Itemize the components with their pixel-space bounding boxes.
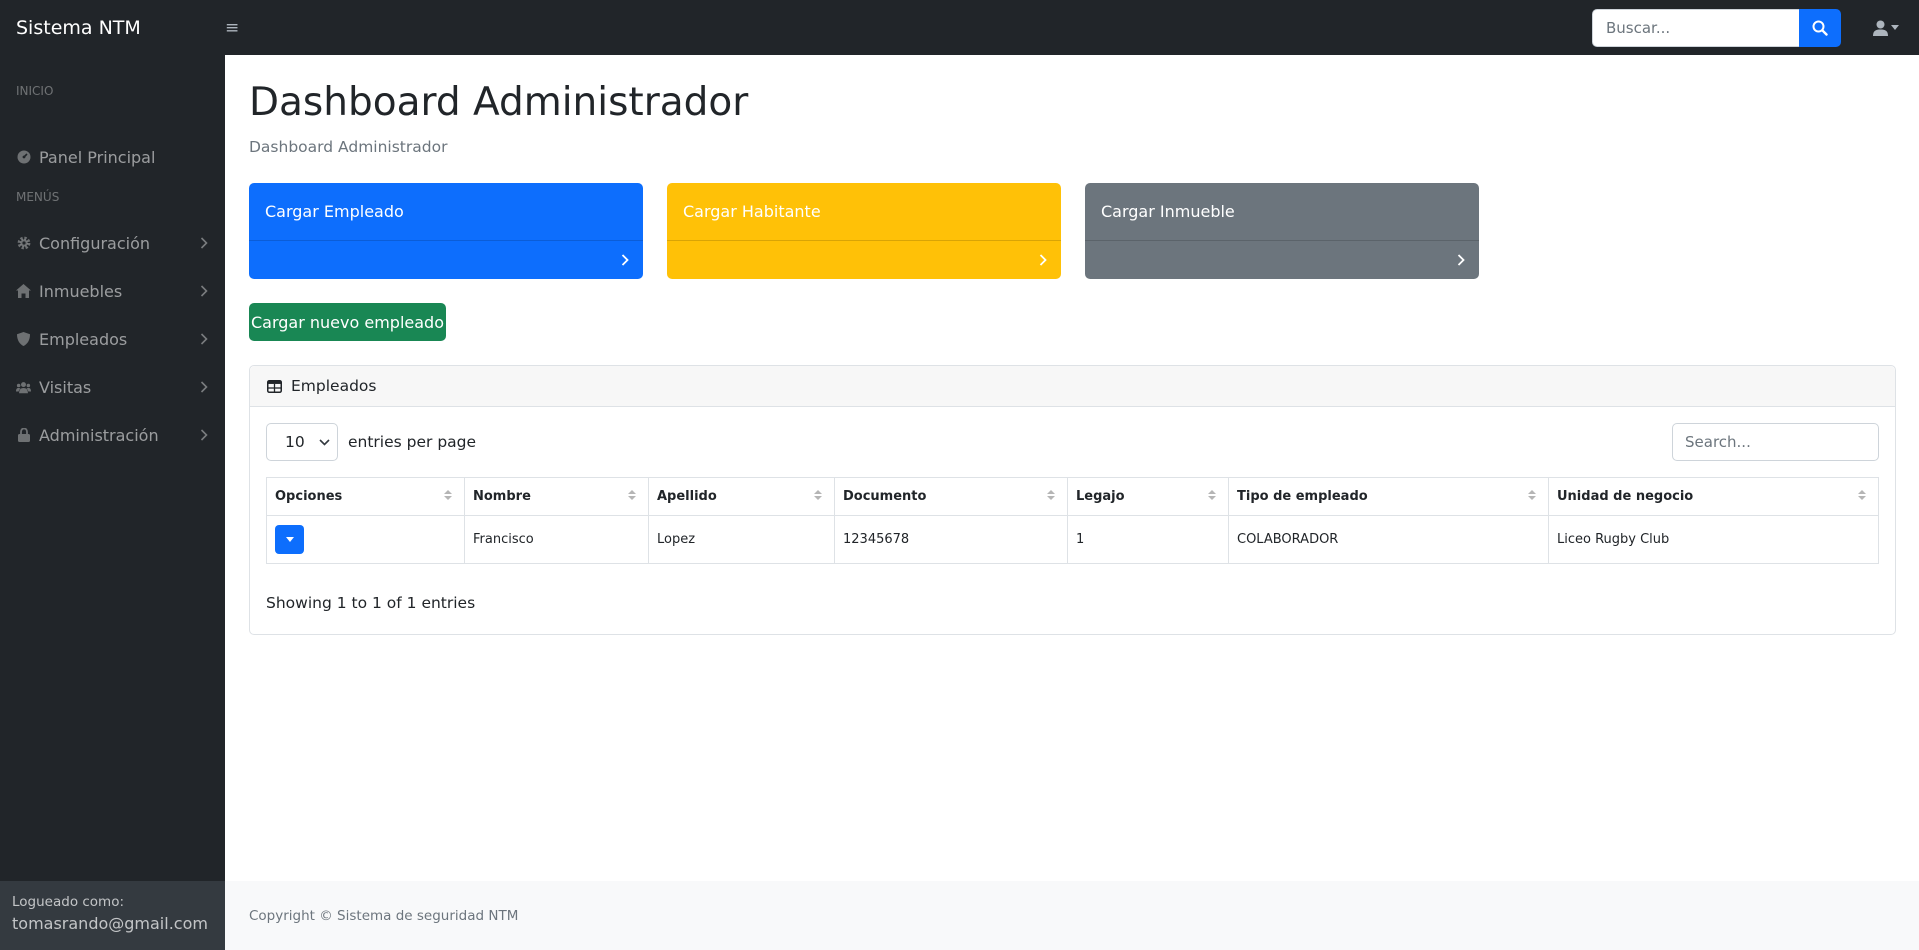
sort-icon (814, 490, 822, 500)
logged-in-label: Logueado como: (12, 894, 125, 910)
sidebar-item-administracion[interactable]: Administración (0, 415, 225, 455)
sidebar-item-label: Administración (39, 425, 159, 445)
sidebar-item-configuracion[interactable]: Configuración (0, 223, 225, 263)
column-header[interactable]: Nombre (464, 477, 649, 516)
sidebar-heading-menus: MENÚS (16, 190, 60, 204)
main-content: Dashboard Administrador Dashboard Admini… (225, 55, 1919, 950)
cell-tipo-empleado: COLABORADOR (1228, 515, 1549, 564)
column-header[interactable]: Legajo (1067, 477, 1229, 516)
cell-nombre: Francisco (464, 515, 649, 564)
sidebar-footer: Logueado como: tomasrando@gmail.com (0, 881, 225, 950)
column-header[interactable]: Tipo de empleado (1228, 477, 1549, 516)
page-title: Dashboard Administrador (249, 80, 749, 125)
chevron-right-icon (200, 237, 208, 249)
per-page-select[interactable]: 10 (266, 423, 338, 461)
logged-in-email: tomasrando@gmail.com (12, 914, 208, 933)
search-icon (1812, 20, 1828, 36)
per-page-value: 10 (285, 433, 305, 451)
chevron-down-icon (319, 438, 330, 446)
sidebar-item-label: Visitas (39, 377, 92, 397)
breadcrumb: Dashboard Administrador (249, 138, 448, 156)
empleados-card-header: Empleados (250, 366, 1895, 407)
sidebar-item-label: Configuración (39, 233, 151, 253)
table-icon (267, 379, 282, 393)
copyright-text: Copyright © Sistema de seguridad NTM (249, 907, 519, 924)
sidebar: INICIO Panel Principal MENÚS Configuraci… (0, 55, 225, 950)
sidebar-item-label: Empleados (39, 329, 128, 349)
tile-footer (667, 240, 1061, 279)
navbar-search-group (1592, 8, 1841, 47)
navbar-search-button[interactable] (1799, 8, 1841, 47)
shield-icon (16, 332, 31, 347)
brand-title[interactable]: Sistema NTM (0, 17, 225, 39)
tile-footer (249, 240, 643, 279)
entries-per-page: 10 entries per page (266, 423, 476, 461)
table-info: Showing 1 to 1 of 1 entries (266, 594, 476, 612)
home-icon (16, 284, 31, 299)
tile-cargar-empleado[interactable]: Cargar Empleado (249, 183, 643, 279)
empleados-card-title: Empleados (291, 377, 377, 395)
tile-label: Cargar Inmueble (1101, 202, 1235, 221)
sidebar-heading-inicio: INICIO (16, 84, 54, 98)
tile-label: Cargar Habitante (683, 202, 821, 221)
sidebar-item-label: Inmuebles (39, 281, 123, 301)
empleados-card: Empleados 10 entries per page Opciones N… (249, 365, 1896, 635)
cell-documento: 12345678 (834, 515, 1068, 564)
chevron-right-icon (1457, 254, 1465, 266)
page-footer: Copyright © Sistema de seguridad NTM (225, 881, 1919, 950)
sidebar-item-label: Panel Principal (39, 147, 156, 167)
table-header-row: Opciones Nombre Apellido Documento Legaj… (266, 477, 1879, 516)
sidebar-item-visitas[interactable]: Visitas (0, 367, 225, 407)
tile-label: Cargar Empleado (265, 202, 404, 221)
user-menu-button[interactable] (1859, 20, 1913, 36)
sidebar-item-panel-principal[interactable]: Panel Principal (0, 137, 225, 177)
chevron-right-icon (200, 333, 208, 345)
tile-cargar-habitante[interactable]: Cargar Habitante (667, 183, 1061, 279)
dashboard-icon (16, 150, 31, 165)
chevron-right-icon (200, 285, 208, 297)
sort-icon (1208, 490, 1216, 500)
column-header[interactable]: Opciones (266, 477, 465, 516)
per-page-label: entries per page (348, 433, 477, 451)
lock-icon (16, 428, 31, 443)
tile-footer (1085, 240, 1479, 279)
caret-down-icon (1891, 25, 1899, 30)
chevron-right-icon (200, 381, 208, 393)
tile-cargar-inmueble[interactable]: Cargar Inmueble (1085, 183, 1479, 279)
sort-icon (1528, 490, 1536, 500)
cargar-nuevo-empleado-button[interactable]: Cargar nuevo empleado (249, 303, 446, 341)
empleados-table: Opciones Nombre Apellido Documento Legaj… (266, 477, 1879, 564)
sort-icon (444, 490, 452, 500)
chevron-right-icon (1039, 254, 1047, 266)
chevron-right-icon (200, 429, 208, 441)
top-navbar: Sistema NTM ≡ (0, 0, 1919, 55)
gear-icon (16, 236, 31, 251)
options-dropdown-button[interactable] (275, 525, 304, 554)
column-header[interactable]: Unidad de negocio (1548, 477, 1879, 516)
sidebar-item-empleados[interactable]: Empleados (0, 319, 225, 359)
sidebar-item-inmuebles[interactable]: Inmuebles (0, 271, 225, 311)
cell-unidad-negocio: Liceo Rugby Club (1548, 515, 1879, 564)
sort-icon (1858, 490, 1866, 500)
sort-icon (628, 490, 636, 500)
sidebar-toggle-icon[interactable]: ≡ (225, 18, 255, 38)
user-icon (1873, 20, 1888, 36)
table-search-input[interactable] (1672, 423, 1879, 461)
column-header[interactable]: Documento (834, 477, 1068, 516)
users-icon (16, 380, 31, 395)
table-row: Francisco Lopez 12345678 1 COLABORADOR L… (266, 515, 1879, 564)
chevron-right-icon (621, 254, 629, 266)
navbar-search-input[interactable] (1592, 8, 1799, 47)
caret-down-icon (285, 537, 294, 542)
sort-icon (1047, 490, 1055, 500)
cell-apellido: Lopez (648, 515, 835, 564)
options-cell (266, 515, 465, 564)
cell-legajo: 1 (1067, 515, 1229, 564)
column-header[interactable]: Apellido (648, 477, 835, 516)
